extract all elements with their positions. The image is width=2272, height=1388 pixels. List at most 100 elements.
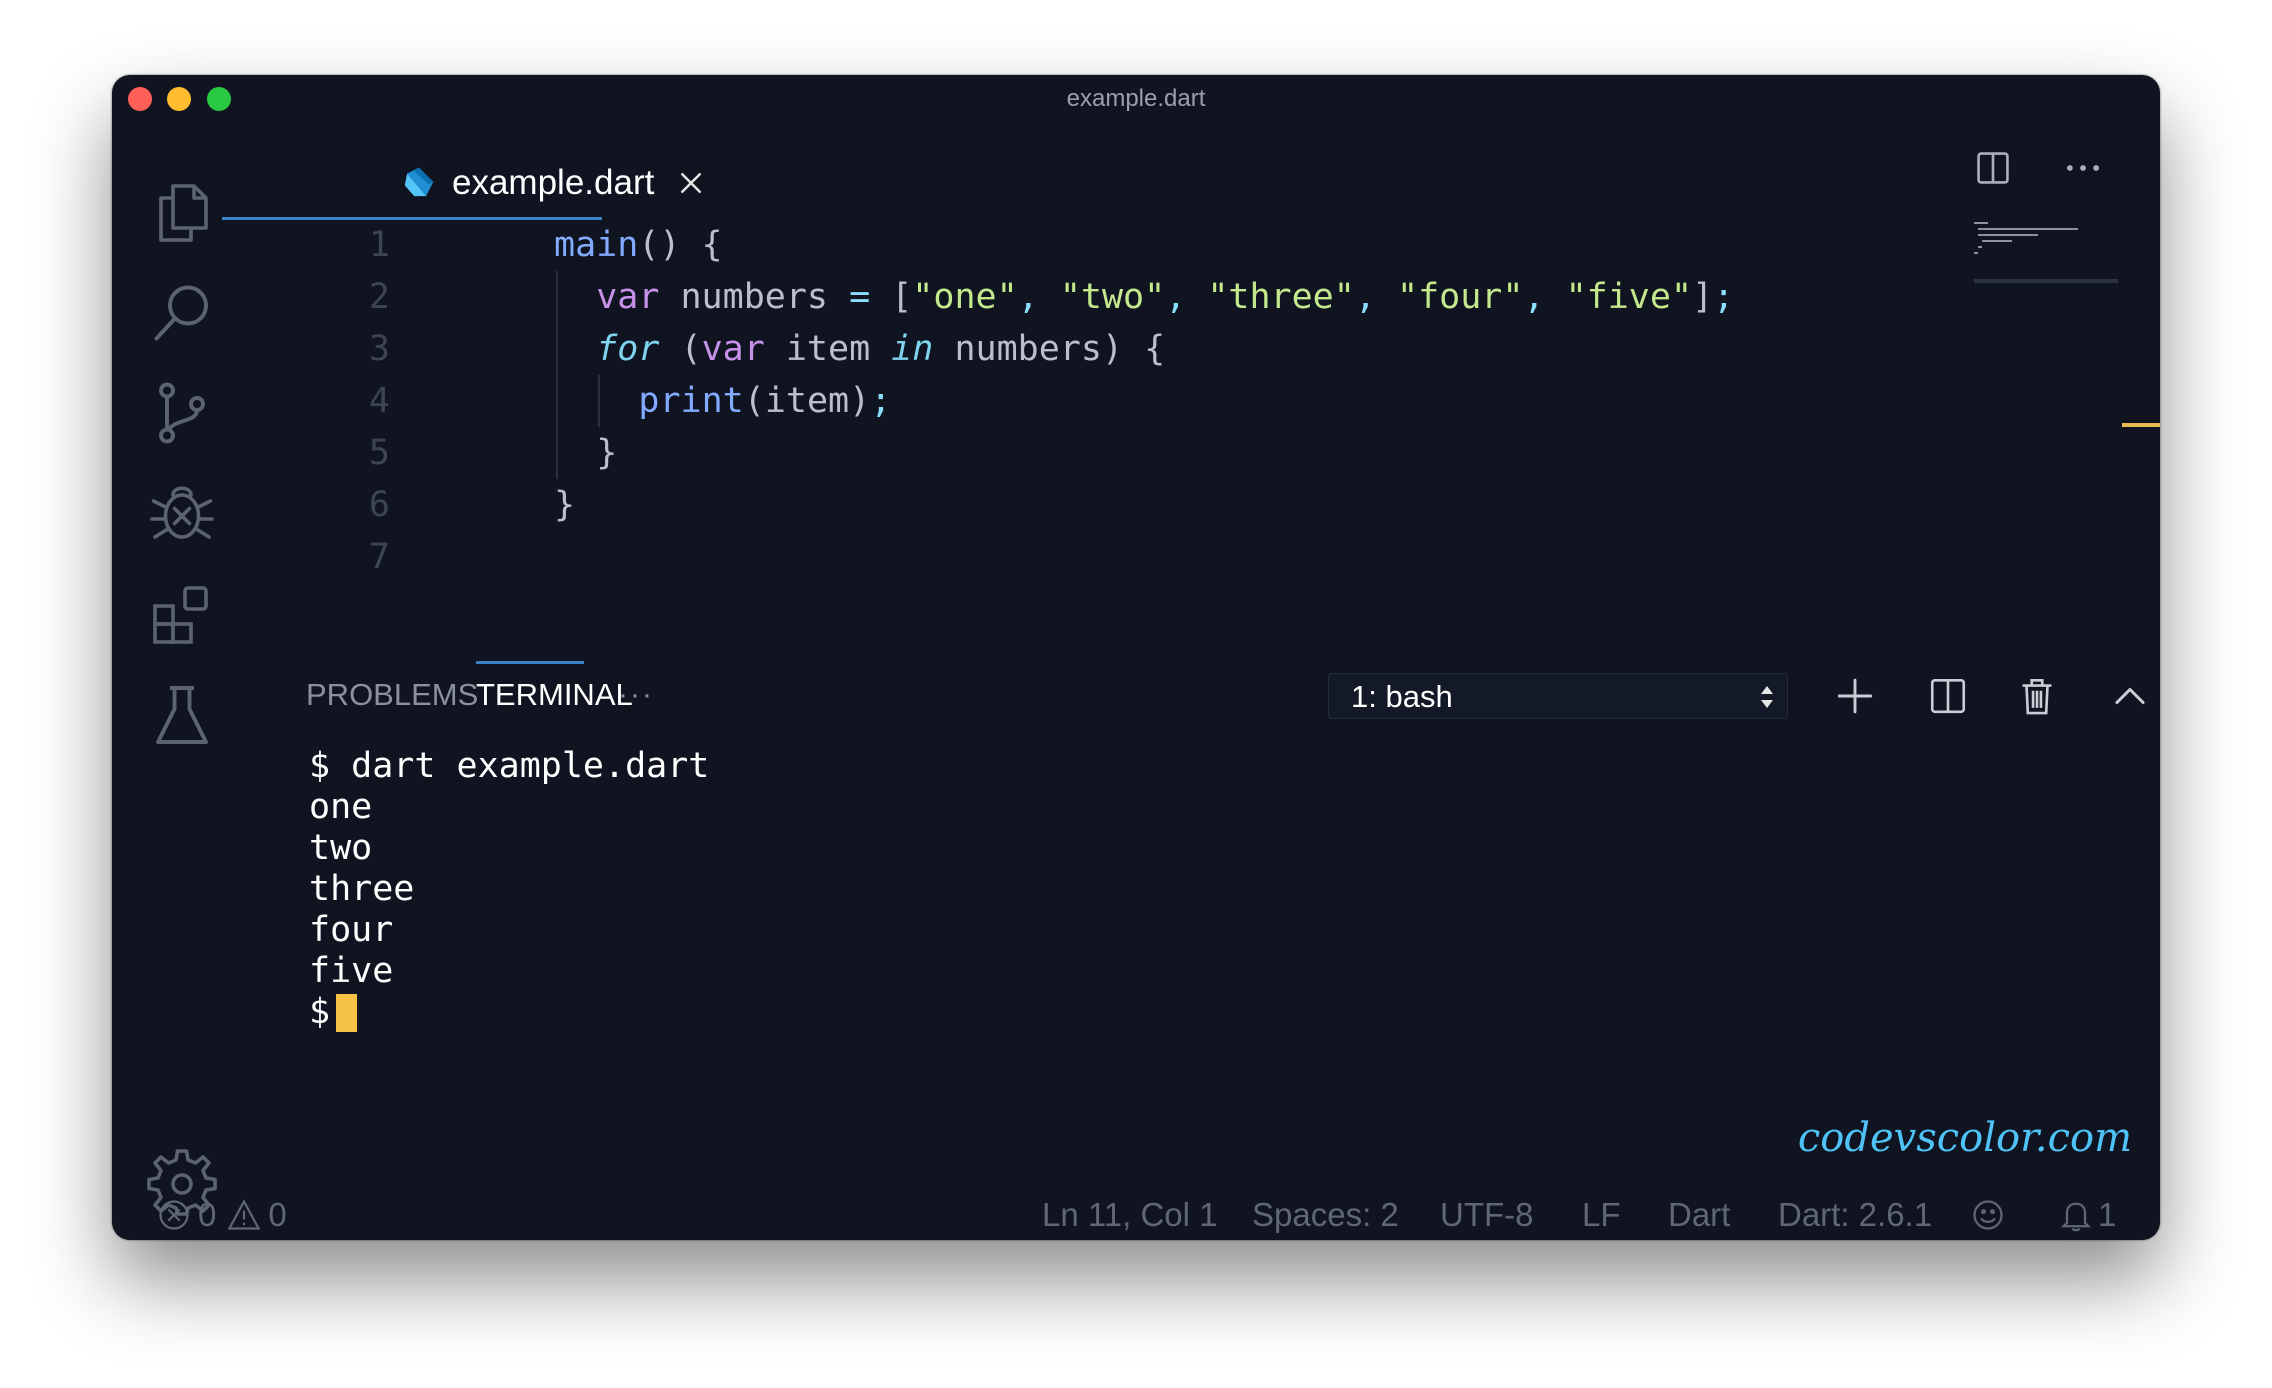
terminal-select[interactable]: 1: bash xyxy=(1328,673,1788,719)
terminal-cursor xyxy=(336,994,358,1032)
tab-example-dart[interactable]: example.dart xyxy=(362,147,744,219)
split-terminal-icon[interactable] xyxy=(1925,673,1971,719)
error-icon xyxy=(159,1200,189,1230)
notification-count: 1 xyxy=(2098,1196,2117,1233)
tab-problems[interactable]: PROBLEMS xyxy=(306,649,478,741)
split-editor-icon[interactable] xyxy=(1970,145,2016,191)
code-token: () { xyxy=(638,225,723,265)
code-token: ] xyxy=(1692,277,1714,317)
minimap-slider[interactable] xyxy=(1974,279,2118,283)
code-token: numbers xyxy=(659,277,850,317)
line-number: 2 xyxy=(368,277,390,317)
terminal-line: four xyxy=(309,910,394,950)
code-line[interactable]: 2 var numbers = ["one", "two", "three", "… xyxy=(252,271,1852,323)
new-terminal-icon[interactable] xyxy=(1832,673,1878,719)
code-token: "four" xyxy=(1397,277,1524,317)
terminal-select-value: 1: bash xyxy=(1351,679,1453,714)
code-token: = xyxy=(849,277,871,317)
feedback-smiley-icon[interactable] xyxy=(1970,1190,2006,1240)
language-mode[interactable]: Dart xyxy=(1668,1190,1730,1240)
code-editor[interactable]: 1 main() { 2 var numbers = ["one", "two", "… xyxy=(252,219,2160,649)
trash-icon[interactable] xyxy=(2014,673,2060,719)
line-number: 5 xyxy=(368,433,390,473)
code-token: } xyxy=(554,485,576,525)
code-token: "five" xyxy=(1565,277,1693,317)
code-line[interactable]: 1 main() { xyxy=(252,219,1852,271)
code-token: , xyxy=(1165,277,1208,317)
tab-label: example.dart xyxy=(452,163,655,202)
terminal-prompt: $ xyxy=(309,992,331,1032)
active-panel-tab-indicator xyxy=(476,661,584,664)
dart-file-icon xyxy=(404,167,434,197)
code-token: numbers) { xyxy=(933,329,1166,369)
line-number: 3 xyxy=(368,329,390,369)
error-count: 0 xyxy=(198,1196,217,1233)
terminal-line: two xyxy=(309,828,373,868)
line-number: 7 xyxy=(368,537,390,577)
code-token: main xyxy=(554,225,639,265)
dart-sdk-version[interactable]: Dart: 2.6.1 xyxy=(1778,1190,1932,1240)
terminal-output[interactable]: $ dart example.dart one two three four five $ xyxy=(309,746,2109,1066)
terminal-line: $ dart example.dart xyxy=(309,746,710,786)
indentation[interactable]: Spaces: 2 xyxy=(1252,1190,1399,1240)
code-line[interactable]: 7 xyxy=(252,531,1852,583)
terminal-line: five xyxy=(309,951,394,991)
line-number: 6 xyxy=(368,485,390,525)
code-token: [ xyxy=(870,277,913,317)
minimap[interactable] xyxy=(1974,220,2084,260)
editor-tab-bar: example.dart xyxy=(252,123,2160,219)
indent-guide xyxy=(598,375,601,427)
scrollbar-marker xyxy=(2122,423,2160,427)
testing-flask-icon[interactable] xyxy=(142,675,222,755)
code-token: print xyxy=(638,381,744,421)
line-number: 4 xyxy=(368,381,390,421)
code-token: } xyxy=(596,433,618,473)
notifications[interactable]: 1 xyxy=(2058,1190,2116,1240)
window-title: example.dart xyxy=(1066,85,1206,112)
more-actions-icon[interactable] xyxy=(2060,145,2106,191)
maximize-panel-chevron-up-icon[interactable] xyxy=(2107,673,2153,719)
source-control-icon[interactable] xyxy=(142,373,222,453)
code-text: } xyxy=(554,479,575,531)
code-token: ; xyxy=(870,381,892,421)
terminal-line: one xyxy=(309,787,373,827)
problems-status[interactable]: 0 0 xyxy=(156,1190,287,1240)
code-token: "one" xyxy=(912,277,1018,317)
code-token: "two" xyxy=(1059,277,1166,317)
code-line[interactable]: 5} xyxy=(252,427,1852,479)
terminal-line: three xyxy=(309,869,415,909)
code-line[interactable]: 4 print(item); xyxy=(252,375,1852,427)
code-text: main() { xyxy=(554,219,723,271)
code-token: ( xyxy=(659,329,702,369)
code-text: print(item); xyxy=(638,375,891,427)
title-bar: example.dart xyxy=(112,75,2160,123)
code-text: var numbers = ["one", "two", "three", "f… xyxy=(596,271,1734,323)
terminal-prompt-line: $ xyxy=(309,992,2109,1033)
code-token: item xyxy=(764,329,892,369)
code-token: , xyxy=(1523,277,1566,317)
code-text: for (var item in numbers) { xyxy=(596,323,1165,375)
code-token: ; xyxy=(1713,277,1735,317)
code-token: "three" xyxy=(1207,277,1355,317)
status-bar: 0 0 Ln 11, Col 1 Spaces: 2 UTF-8 LF Dart… xyxy=(112,1190,2160,1240)
code-token: , xyxy=(1354,277,1397,317)
code-line[interactable]: 6} xyxy=(252,479,1852,531)
cursor-position[interactable]: Ln 11, Col 1 xyxy=(1042,1190,1218,1240)
indent-guide xyxy=(556,271,558,479)
extensions-icon[interactable] xyxy=(142,575,222,655)
search-icon[interactable] xyxy=(142,273,222,353)
close-tab-icon[interactable] xyxy=(676,168,706,198)
activity-bar xyxy=(112,123,252,1240)
line-number: 1 xyxy=(368,225,390,265)
encoding[interactable]: UTF-8 xyxy=(1440,1190,1534,1240)
explorer-icon[interactable] xyxy=(142,173,222,253)
watermark-text: codevscolor.com xyxy=(1797,1115,2132,1161)
code-text: } xyxy=(596,427,617,479)
code-token: , xyxy=(1017,277,1060,317)
code-line[interactable]: 3 for (var item in numbers) { xyxy=(252,323,1852,375)
code-token: var xyxy=(701,329,765,369)
panel-more-button[interactable]: ··· xyxy=(618,649,654,741)
line-ending[interactable]: LF xyxy=(1582,1190,1621,1240)
debug-icon[interactable] xyxy=(142,473,222,553)
code-token: var xyxy=(596,277,660,317)
